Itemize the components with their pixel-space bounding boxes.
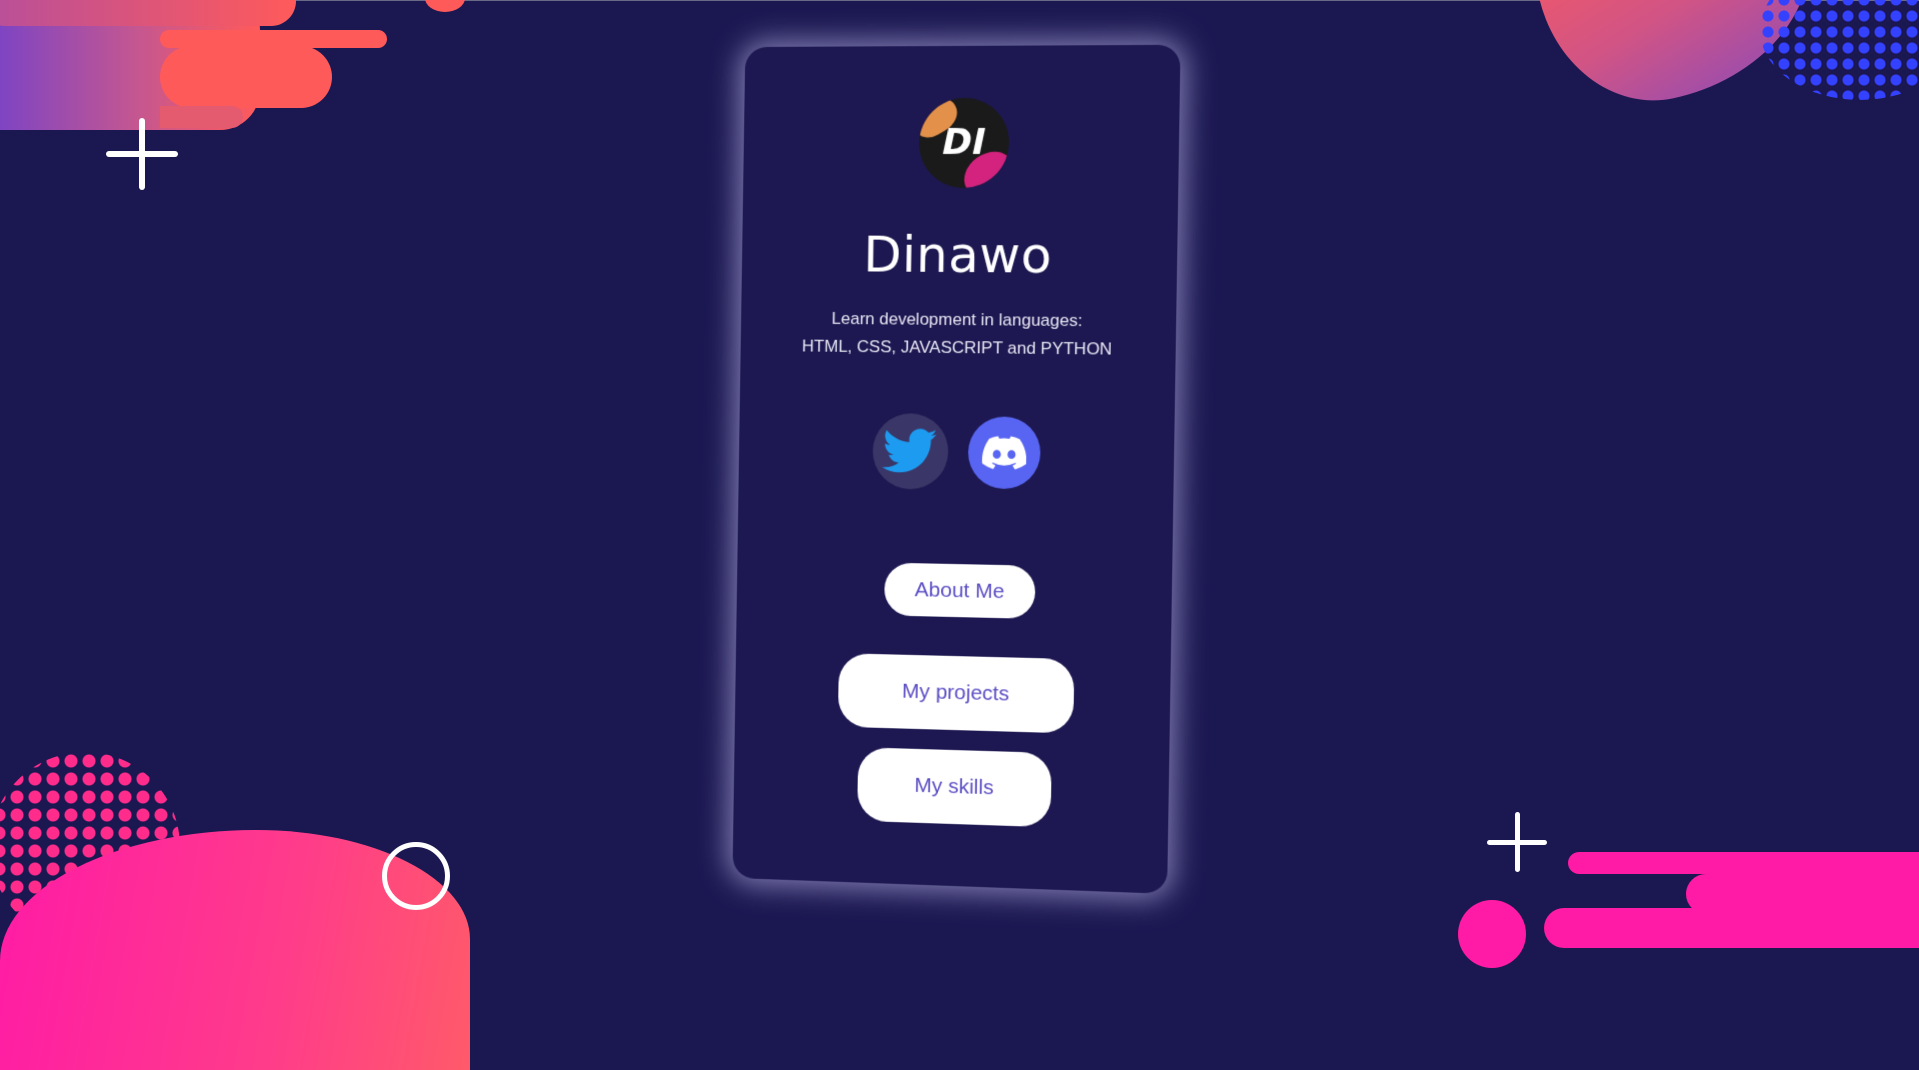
my-skills-button[interactable]: My skills [857, 747, 1052, 828]
twitter-icon [882, 428, 938, 473]
plus-decor-bottom-right [1487, 812, 1547, 872]
twitter-link[interactable] [872, 412, 949, 490]
profile-description: Learn development in languages: HTML, CS… [780, 305, 1136, 364]
logo-text: DI [942, 121, 987, 163]
discord-link[interactable] [967, 416, 1041, 490]
plus-decor-top-left [106, 118, 178, 190]
ring-decor [382, 842, 450, 910]
my-projects-button[interactable]: My projects [837, 653, 1075, 734]
discord-icon [981, 435, 1027, 470]
decor-top-right-dots [1760, 0, 1919, 100]
social-links [738, 409, 1174, 496]
about-me-button[interactable]: About Me [884, 562, 1036, 619]
profile-name: Dinawo [862, 225, 1053, 285]
description-line-2: HTML, CSS, JAVASCRIPT and PYTHON [801, 336, 1113, 359]
description-line-1: Learn development in languages: [831, 309, 1083, 331]
profile-card: DI Dinawo Learn development in languages… [732, 44, 1181, 894]
logo-avatar: DI [918, 97, 1010, 189]
decor-top-left-stripes [0, 0, 465, 135]
